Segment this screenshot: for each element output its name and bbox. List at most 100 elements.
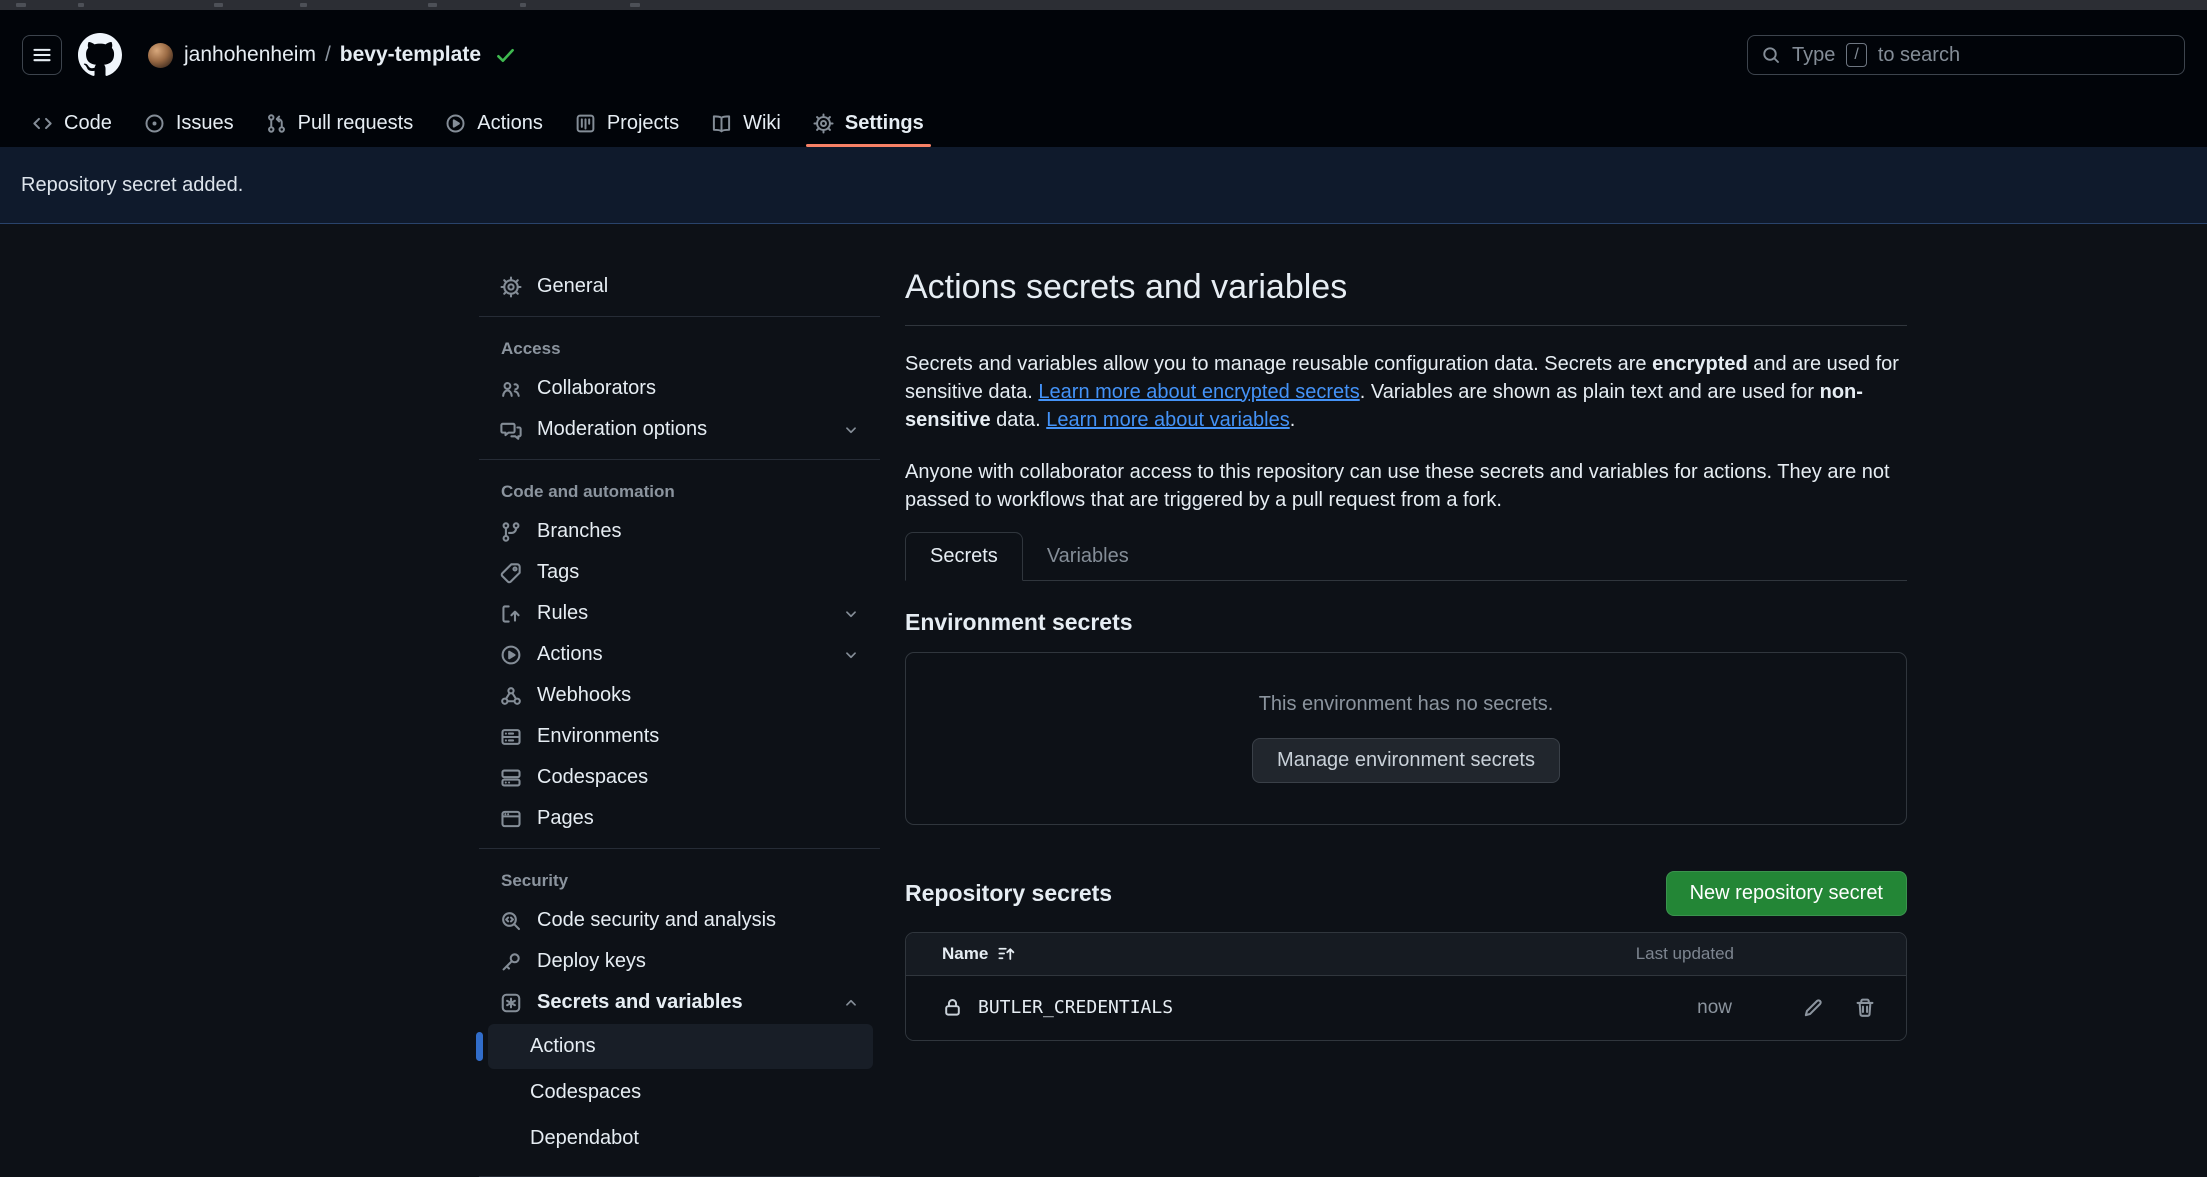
breadcrumb-owner-link[interactable]: janhohenheim bbox=[184, 43, 316, 67]
sidebar-section-label: Code and automation bbox=[479, 469, 880, 511]
sidebar-item-deploy-keys[interactable]: Deploy keys bbox=[479, 941, 880, 982]
repo-tab-issues[interactable]: Issues bbox=[133, 100, 245, 147]
sidebar-item-pages[interactable]: Pages bbox=[479, 798, 880, 839]
sidebar-item-label: General bbox=[537, 275, 608, 298]
repo-nav: CodeIssuesPull requests Actions ProjectsWi… bbox=[0, 100, 2207, 147]
breadcrumb-repo-link[interactable]: bevy-template bbox=[340, 43, 481, 67]
repo-tab-pull-requests[interactable]: Pull requests bbox=[255, 100, 425, 147]
intro-text-segment: . bbox=[1290, 409, 1296, 431]
intro-text-segment: encrypted bbox=[1652, 353, 1748, 375]
secret-name-cell: BUTLER_CREDENTIALS bbox=[942, 997, 1173, 1018]
comment-discussion-icon bbox=[500, 419, 522, 441]
intro-text-segment: data. bbox=[991, 409, 1047, 431]
repo-tab-label: Actions bbox=[477, 112, 543, 135]
sidebar-item-label: Pages bbox=[537, 807, 594, 830]
chevron-down-icon bbox=[842, 646, 860, 664]
table-header-row: Name Last updated bbox=[906, 933, 1906, 976]
search-placeholder-prefix: Type bbox=[1792, 44, 1835, 67]
code-icon bbox=[32, 113, 53, 134]
sidebar-item-label: Codespaces bbox=[537, 766, 648, 789]
table-body: BUTLER_CREDENTIALS now bbox=[906, 976, 1906, 1040]
sidebar-section-code-and-automation: Code and automationBranches Tags RulesActi… bbox=[479, 459, 880, 848]
repo-tab-settings[interactable]: Settings bbox=[802, 100, 935, 147]
lock-icon bbox=[942, 997, 963, 1018]
sidebar-item-label: Secrets and variables bbox=[537, 991, 743, 1014]
sidebar-item-label: Tags bbox=[537, 561, 579, 584]
issue-icon bbox=[144, 113, 165, 134]
tab-strip-fragment bbox=[16, 3, 26, 7]
sidebar-item-actions[interactable]: Actions bbox=[479, 634, 880, 675]
intro-text-segment: Secrets and variables allow you to manag… bbox=[905, 353, 1652, 375]
hamburger-menu-button[interactable] bbox=[22, 35, 62, 75]
sidebar-item-moderation-options[interactable]: Moderation options bbox=[479, 409, 880, 450]
repo-tab-label: Settings bbox=[845, 112, 924, 135]
tab-variables[interactable]: Variables bbox=[1023, 532, 1153, 581]
sidebar-item-code-security-and-analysis[interactable]: Code security and analysis bbox=[479, 900, 880, 941]
pencil-icon bbox=[1802, 997, 1824, 1019]
page-body: General AccessCollaboratorsModeration opt… bbox=[0, 224, 2207, 1177]
repository-secrets-table: Name Last updated BUTLER_CREDENTIALS now bbox=[905, 932, 1907, 1041]
manage-environment-secrets-button[interactable]: Manage environment secrets bbox=[1252, 738, 1560, 783]
breadcrumb: janhohenheim / bevy-template bbox=[148, 43, 516, 68]
sidebar-section-label: Access bbox=[479, 326, 880, 368]
repo-tab-wiki[interactable]: Wiki bbox=[700, 100, 792, 147]
sidebar-item-collaborators[interactable]: Collaborators bbox=[479, 368, 880, 409]
new-repository-secret-button[interactable]: New repository secret bbox=[1666, 871, 1907, 916]
secret-updated: now bbox=[1697, 997, 1732, 1019]
sidebar-subitem-codespaces[interactable]: Codespaces bbox=[488, 1070, 873, 1115]
git-branch-icon bbox=[500, 521, 522, 543]
learn-more-link[interactable]: Learn more about variables bbox=[1046, 409, 1289, 431]
secret-name: BUTLER_CREDENTIALS bbox=[978, 997, 1173, 1018]
edit-secret-button[interactable] bbox=[1802, 997, 1824, 1019]
name-column-header[interactable]: Name bbox=[942, 944, 1016, 964]
gear-icon bbox=[813, 113, 834, 134]
delete-secret-button[interactable] bbox=[1854, 997, 1876, 1019]
flash-message: Repository secret added. bbox=[21, 174, 243, 197]
sidebar-subitem-label: Dependabot bbox=[530, 1127, 639, 1150]
sidebar-item-general[interactable]: General bbox=[479, 266, 880, 307]
app-header: janhohenheim / bevy-template Type / to s… bbox=[0, 10, 2207, 100]
tab-secrets[interactable]: Secrets bbox=[905, 532, 1023, 581]
sidebar-item-secrets-and-variables[interactable]: Secrets and variables bbox=[479, 982, 880, 1023]
environments-icon bbox=[500, 726, 522, 748]
repository-secrets-heading: Repository secrets bbox=[905, 880, 1112, 907]
sidebar-item-codespaces[interactable]: Codespaces bbox=[479, 757, 880, 798]
sidebar-item-branches[interactable]: Branches bbox=[479, 511, 880, 552]
tag-icon bbox=[500, 562, 522, 584]
search-slash-key: / bbox=[1846, 43, 1866, 67]
sort-ascending-icon bbox=[997, 944, 1016, 963]
secrets-variables-tabs: SecretsVariables bbox=[905, 532, 1907, 581]
search-placeholder-suffix: to search bbox=[1878, 44, 1960, 67]
github-repo-settings-page: janhohenheim / bevy-template Type / to s… bbox=[0, 0, 2207, 1177]
sidebar-subitem-dependabot[interactable]: Dependabot bbox=[488, 1116, 873, 1161]
search-input[interactable]: Type / to search bbox=[1747, 35, 2185, 75]
title-divider bbox=[905, 325, 1907, 326]
tab-strip-fragment bbox=[300, 3, 307, 7]
people-icon bbox=[500, 378, 522, 400]
tab-strip-fragment bbox=[214, 3, 223, 7]
key-asterisk-icon bbox=[500, 992, 522, 1014]
repo-tab-actions[interactable]: Actions bbox=[434, 100, 554, 147]
sidebar-item-label: Webhooks bbox=[537, 684, 631, 707]
sidebar-item-rules[interactable]: Rules bbox=[479, 593, 880, 634]
environment-secrets-empty-text: This environment has no secrets. bbox=[1259, 693, 1554, 716]
chevron-down-icon bbox=[842, 646, 860, 664]
play-icon bbox=[445, 113, 466, 134]
tab-strip-fragment bbox=[428, 3, 437, 7]
sidebar-subitem-actions[interactable]: Actions bbox=[488, 1024, 873, 1069]
sidebar-item-tags[interactable]: Tags bbox=[479, 552, 880, 593]
flash-banner: Repository secret added. bbox=[0, 147, 2207, 224]
chevron-up-icon bbox=[842, 994, 860, 1012]
avatar[interactable] bbox=[148, 43, 173, 68]
pull-request-icon bbox=[266, 113, 287, 134]
chevron-down-icon bbox=[842, 605, 860, 623]
sidebar-item-webhooks[interactable]: Webhooks bbox=[479, 675, 880, 716]
learn-more-link[interactable]: Learn more about encrypted secrets bbox=[1038, 381, 1359, 403]
repo-tab-code[interactable]: Code bbox=[21, 100, 123, 147]
key-icon bbox=[500, 951, 522, 973]
github-logo-icon[interactable] bbox=[78, 33, 122, 77]
sidebar-item-environments[interactable]: Environments bbox=[479, 716, 880, 757]
sidebar-item-label: Environments bbox=[537, 725, 659, 748]
repo-tab-projects[interactable]: Projects bbox=[564, 100, 690, 147]
tab-strip-fragment bbox=[78, 3, 84, 7]
